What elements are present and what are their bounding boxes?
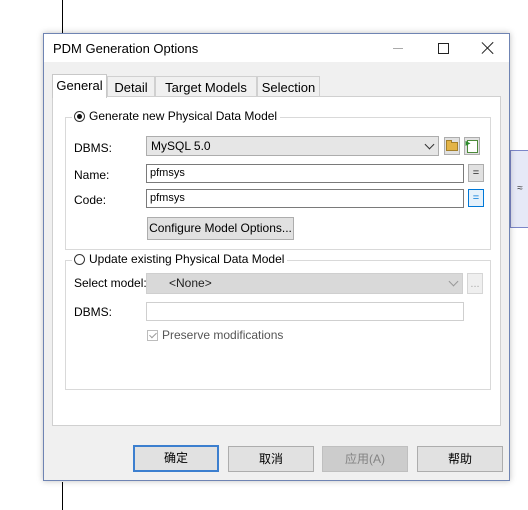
update-existing-pdm-label: Update existing Physical Data Model [89, 252, 285, 266]
pdm-generation-options-dialog: PDM Generation Options General Detail Ta… [43, 33, 510, 481]
code-equals-button[interactable]: = [468, 189, 484, 207]
browse-model-button[interactable]: ... [467, 273, 483, 294]
maximize-icon [437, 42, 449, 54]
radio-unchecked-icon [74, 253, 85, 265]
name-label: Name: [74, 168, 110, 182]
dbms-select-value: MySQL 5.0 [151, 139, 211, 153]
dialog-body: General Detail Target Models Selection G… [44, 62, 509, 480]
ok-button[interactable]: 确定 [133, 445, 219, 472]
general-tab-panel: Generate new Physical Data Model DBMS: M… [52, 96, 501, 426]
chevron-down-icon [424, 139, 435, 150]
preserve-modifications-label: Preserve modifications [162, 328, 284, 342]
dbms-label: DBMS: [74, 141, 113, 155]
background-line-top [62, 0, 63, 34]
select-model-label: Select model: [74, 276, 147, 290]
help-button[interactable]: 帮助 [417, 446, 503, 472]
configure-model-options-button[interactable]: Configure Model Options... [147, 217, 294, 240]
tab-target-models[interactable]: Target Models [155, 76, 257, 97]
radio-checked-icon [74, 110, 85, 122]
code-input[interactable]: pfmsys [146, 189, 464, 208]
close-button[interactable] [465, 34, 511, 62]
folder-icon [446, 139, 458, 151]
background-side-panel: ≈ [510, 150, 528, 228]
open-dbms-folder-button[interactable] [444, 137, 460, 155]
update-existing-pdm-group: Update existing Physical Data Model Sele… [65, 252, 491, 390]
title-bar[interactable]: PDM Generation Options [44, 34, 509, 62]
update-dbms-field[interactable] [146, 302, 464, 321]
name-equals-button[interactable]: = [468, 164, 484, 182]
tab-selection[interactable]: Selection [257, 76, 320, 97]
import-dbms-button[interactable] [464, 137, 480, 155]
tab-detail[interactable]: Detail [107, 76, 155, 97]
generate-new-pdm-radio[interactable]: Generate new Physical Data Model [72, 109, 281, 123]
tab-general[interactable]: General [52, 74, 107, 98]
code-label: Code: [74, 193, 107, 207]
select-model-dropdown[interactable]: <None> [146, 273, 463, 294]
cancel-button[interactable]: 取消 [228, 446, 314, 472]
dbms-select[interactable]: MySQL 5.0 [146, 136, 439, 156]
update-dbms-label: DBMS: [74, 305, 113, 319]
select-model-value: <None> [169, 276, 212, 290]
update-existing-pdm-radio[interactable]: Update existing Physical Data Model [72, 252, 288, 266]
import-icon [466, 138, 478, 153]
chevron-down-icon [448, 276, 459, 287]
generate-new-pdm-label: Generate new Physical Data Model [89, 109, 278, 123]
minimize-button[interactable] [375, 34, 421, 62]
maximize-button[interactable] [420, 34, 466, 62]
minimize-icon [393, 47, 403, 49]
window-title: PDM Generation Options [53, 41, 199, 56]
side-panel-glyph: ≈ [517, 183, 523, 194]
background-line-bottom [62, 482, 63, 510]
apply-button[interactable]: 应用(A) [322, 446, 408, 472]
name-input[interactable]: pfmsys [146, 164, 464, 183]
generate-new-pdm-group: Generate new Physical Data Model DBMS: M… [65, 109, 491, 250]
close-icon [482, 42, 494, 54]
checkbox-checked-icon [147, 330, 158, 341]
